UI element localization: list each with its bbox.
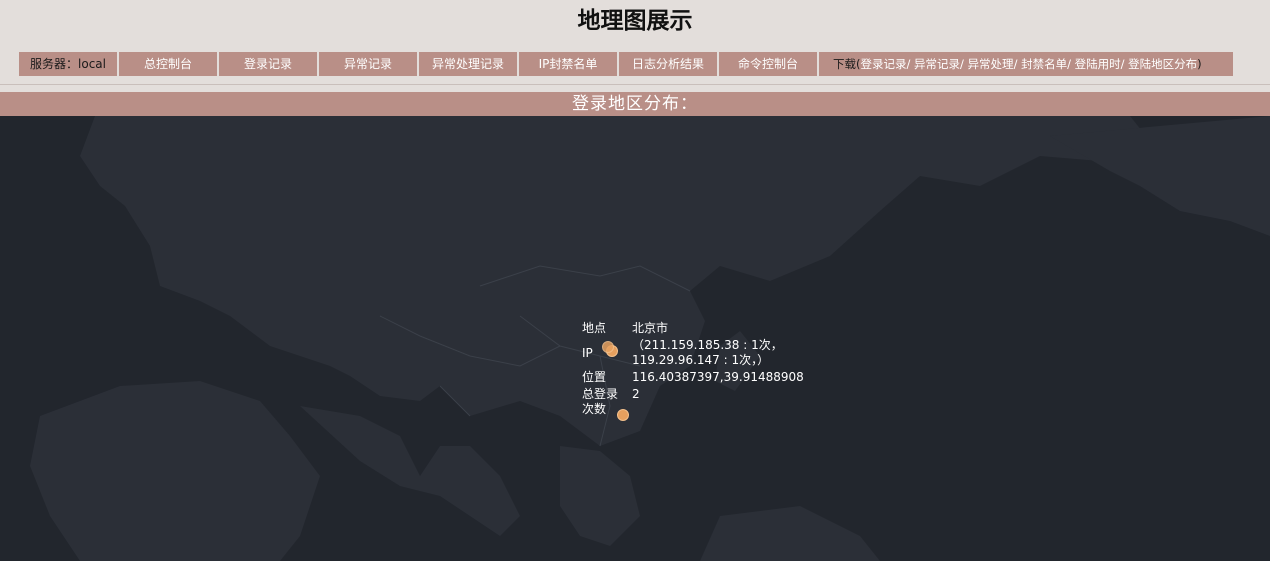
nav-item-exception-handling[interactable]: 异常处理记录	[419, 52, 517, 76]
tooltip-value: 北京市	[632, 321, 669, 335]
tooltip-key: 位置	[582, 370, 607, 384]
download-link-exception-records[interactable]: 异常记录	[914, 57, 960, 71]
download-prefix: 下载(	[833, 57, 861, 71]
map-tooltip: 地点 北京市 IP （211.159.185.38 : 1次， 119.29.9…	[582, 321, 804, 419]
nav-item-login-records[interactable]: 登录记录	[219, 52, 317, 76]
download-link-login-duration[interactable]: 登陆用时	[1075, 57, 1121, 71]
land-south-asia	[300, 406, 520, 536]
nav-item-command-console[interactable]: 命令控制台	[719, 52, 817, 76]
page-title: 地理图展示	[577, 8, 693, 34]
tooltip-key: 总登录 次数	[582, 387, 632, 417]
nav-item-exception-records[interactable]: 异常记录	[319, 52, 417, 76]
download-link-exception-handling[interactable]: 异常处理	[968, 57, 1014, 71]
download-separator: /	[960, 57, 964, 71]
download-separator: /	[906, 57, 911, 71]
land-north-america	[1050, 116, 1270, 236]
nav-item-log-analysis[interactable]: 日志分析结果	[619, 52, 717, 76]
tooltip-key-line: 总登录	[582, 387, 619, 401]
nav-item-ip-blacklist[interactable]: IP封禁名单	[519, 52, 617, 76]
tooltip-value: （211.159.185.38 : 1次， 119.29.96.147 : 1次…	[632, 338, 783, 367]
tooltip-row-position: 位置 116.40387397,39.91488908	[582, 370, 804, 385]
tooltip-value: 2	[632, 387, 640, 401]
download-separator: /	[1013, 57, 1018, 71]
tooltip-key: IP	[582, 346, 593, 360]
server-label: 服务器：local	[19, 52, 117, 76]
land-southeast-asia	[560, 446, 640, 546]
section-title: 登录地区分布：	[0, 92, 1270, 116]
tooltip-key-line: 次数	[582, 402, 607, 416]
download-link-login-records[interactable]: 登录记录	[861, 57, 907, 71]
nav-item-dashboard[interactable]: 总控制台	[119, 52, 217, 76]
tooltip-row-location: 地点 北京市	[582, 321, 804, 336]
tooltip-row-total: 总登录 次数 2	[582, 387, 804, 417]
download-suffix: )	[1197, 57, 1202, 71]
download-separator: /	[1067, 57, 1071, 71]
land-oceania	[700, 506, 880, 561]
world-map[interactable]: 地点 北京市 IP （211.159.185.38 : 1次， 119.29.9…	[0, 116, 1270, 561]
tooltip-row-ip: IP （211.159.185.38 : 1次， 119.29.96.147 :…	[582, 338, 804, 368]
download-separator: /	[1120, 57, 1125, 71]
divider	[0, 84, 1270, 85]
download-link-login-region[interactable]: 登陆地区分布	[1128, 57, 1197, 71]
tooltip-key: 地点	[582, 321, 607, 335]
tooltip-value: 116.40387397,39.91488908	[632, 370, 804, 384]
download-link-blacklist[interactable]: 封禁名单	[1021, 57, 1067, 71]
download-group: 下载(登录记录/ 异常记录/ 异常处理/ 封禁名单/ 登陆用时/ 登陆地区分布)	[819, 52, 1233, 76]
land-africa	[30, 381, 320, 561]
nav-bar: 服务器：local 总控制台 登录记录 异常记录 异常处理记录 IP封禁名单 日…	[19, 52, 1233, 76]
